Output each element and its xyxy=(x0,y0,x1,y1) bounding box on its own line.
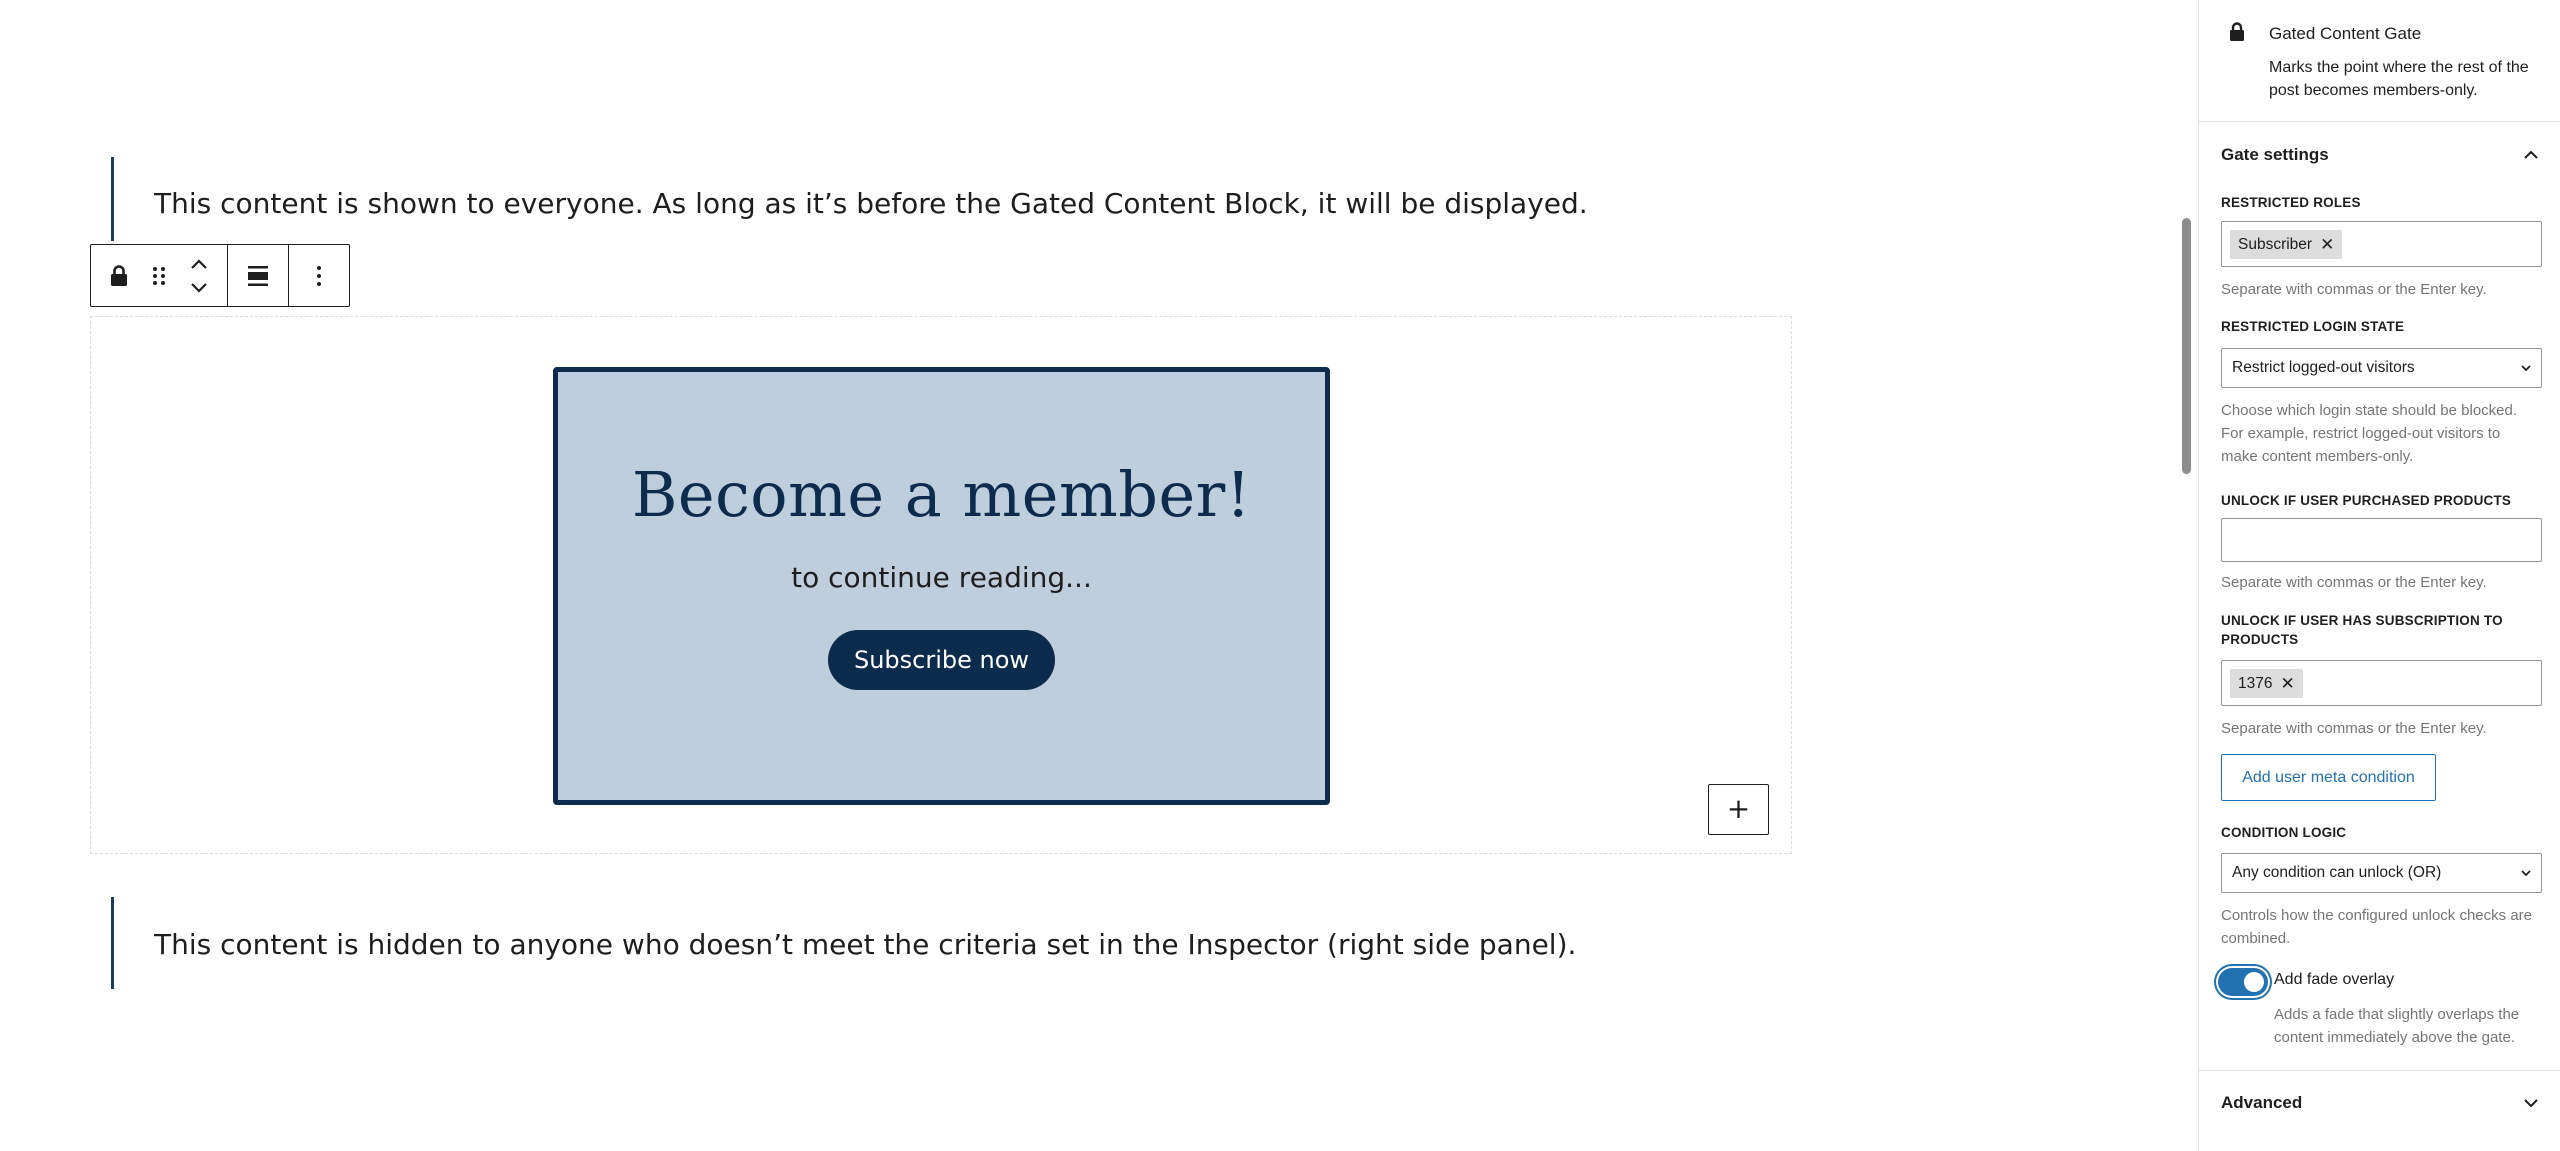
chevron-down-icon xyxy=(2524,1099,2538,1108)
product-token: 1376 ✕ xyxy=(2230,669,2303,698)
more-options-button[interactable] xyxy=(299,245,339,306)
login-state-help: Choose which login state should be block… xyxy=(2221,402,2518,465)
chevron-up-down-icon xyxy=(191,258,207,293)
add-block-button[interactable]: + xyxy=(1708,784,1769,835)
purchased-products-help: Separate with commas or the Enter key. xyxy=(2221,574,2487,591)
purchased-products-input[interactable] xyxy=(2221,518,2542,562)
advanced-title: Advanced xyxy=(2221,1093,2303,1112)
subscription-products-help: Separate with commas or the Enter key. xyxy=(2221,720,2487,737)
paragraph-block-gated[interactable]: This content is hidden to anyone who doe… xyxy=(111,897,1576,989)
remove-token-icon[interactable]: ✕ xyxy=(2280,674,2294,694)
block-title: Gated Content Gate xyxy=(2269,24,2422,43)
fade-overlay-toggle[interactable] xyxy=(2218,968,2268,996)
card-subtitle: to continue reading... xyxy=(791,561,1092,594)
block-toolbar xyxy=(90,244,350,307)
select-value: Restrict logged-out visitors xyxy=(2232,359,2415,376)
panel-divider xyxy=(2199,1070,2560,1071)
condition-logic-label: CONDITION LOGIC xyxy=(2221,825,2347,840)
toggle-knob xyxy=(2244,972,2264,992)
condition-logic-select[interactable]: Any condition can unlock (OR) xyxy=(2221,853,2542,893)
login-state-label: RESTRICTED LOGIN STATE xyxy=(2221,319,2405,334)
restricted-roles-label: RESTRICTED ROLES xyxy=(2221,195,2361,210)
gate-settings-toggle[interactable]: Gate settings xyxy=(2221,140,2539,170)
advanced-panel-toggle[interactable]: Advanced xyxy=(2221,1088,2539,1118)
login-state-select[interactable]: Restrict logged-out visitors xyxy=(2221,348,2542,388)
member-card: Become a member! to continue reading... … xyxy=(553,367,1330,805)
subscription-products-label: UNLOCK IF USER HAS SUBSCRIPTION TO PRODU… xyxy=(2221,613,2503,647)
drag-handle[interactable] xyxy=(139,245,179,306)
paragraph-text: This content is hidden to anyone who doe… xyxy=(154,928,1577,961)
token-label: Subscriber xyxy=(2238,235,2313,253)
chevron-up-icon xyxy=(2524,150,2538,159)
fade-overlay-help: Adds a fade that slightly overlaps the c… xyxy=(2274,1006,2520,1046)
lock-icon xyxy=(2230,22,2244,41)
condition-logic-help: Controls how the configured unlock check… xyxy=(2221,907,2533,947)
move-up-down-button[interactable] xyxy=(179,245,219,306)
restricted-roles-help: Separate with commas or the Enter key. xyxy=(2221,281,2487,298)
select-value: Any condition can unlock (OR) xyxy=(2232,864,2442,881)
subscription-products-input[interactable]: 1376 ✕ xyxy=(2221,660,2542,706)
card-title: Become a member! xyxy=(631,458,1252,531)
chevron-down-icon xyxy=(2521,870,2531,877)
inspector-sidebar: Gated Content Gate Marks the point where… xyxy=(2198,0,2560,1151)
subscribe-button[interactable]: Subscribe now xyxy=(827,630,1056,690)
restricted-roles-input[interactable]: Subscriber ✕ xyxy=(2221,221,2542,267)
drag-handle-icon xyxy=(153,266,165,285)
editor-canvas: This content is shown to everyone. As lo… xyxy=(0,0,2198,1151)
align-wide-icon xyxy=(248,265,268,286)
fade-overlay-label: Add fade overlay xyxy=(2274,971,2395,988)
lock-icon xyxy=(111,264,127,286)
scrollbar-thumb[interactable] xyxy=(2182,218,2191,474)
panel-title: Gate settings xyxy=(2221,145,2329,164)
chevron-down-icon xyxy=(2521,365,2531,372)
toolbar-group-align xyxy=(228,245,289,306)
token-label: 1376 xyxy=(2238,674,2273,692)
purchased-products-label: UNLOCK IF USER PURCHASED PRODUCTS xyxy=(2221,493,2512,508)
add-user-meta-button[interactable]: Add user meta condition xyxy=(2221,754,2436,801)
block-card: Gated Content Gate Marks the point where… xyxy=(2199,0,2560,122)
gated-content-block[interactable]: Become a member! to continue reading... … xyxy=(90,316,1792,854)
toolbar-group-options xyxy=(289,245,349,306)
paragraph-block-public[interactable]: This content is shown to everyone. As lo… xyxy=(111,157,1588,241)
lock-button[interactable] xyxy=(99,245,139,306)
paragraph-text: This content is shown to everyone. As lo… xyxy=(154,187,1588,220)
align-button[interactable] xyxy=(238,245,278,306)
role-token: Subscriber ✕ xyxy=(2230,230,2343,259)
more-vertical-icon xyxy=(317,265,321,286)
toolbar-group-block xyxy=(91,245,228,306)
remove-token-icon[interactable]: ✕ xyxy=(2320,235,2334,255)
block-description: Marks the point where the rest of the po… xyxy=(2269,59,2529,99)
